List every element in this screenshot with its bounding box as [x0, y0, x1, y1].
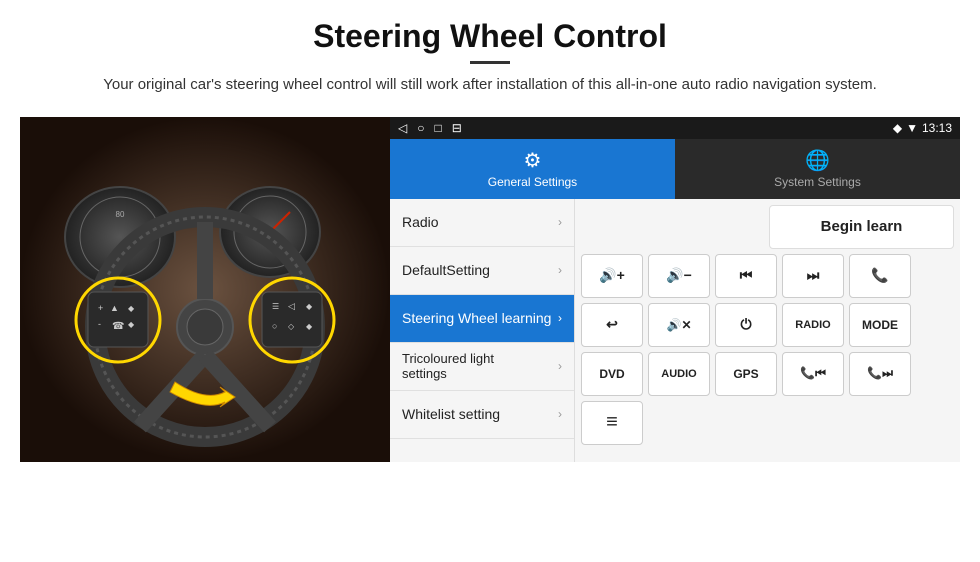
menu-icon: ⊟	[452, 121, 462, 135]
gps-label: GPS	[733, 367, 758, 381]
svg-text:-: -	[98, 319, 101, 329]
page-title: Steering Wheel Control	[40, 18, 940, 55]
tab-system-settings[interactable]: 🌐 System Settings	[675, 139, 960, 199]
mode-label: MODE	[862, 318, 898, 332]
phone-icon: 📞	[871, 267, 888, 284]
signal-icon: ▼	[906, 121, 918, 135]
radio-button[interactable]: RADIO	[782, 303, 844, 347]
phone-next-button[interactable]: 📞⏭	[849, 352, 911, 396]
page-subtitle: Your original car's steering wheel contr…	[40, 74, 940, 97]
menu-radio-label: Radio	[402, 214, 439, 230]
svg-text:☎: ☎	[112, 321, 124, 332]
volume-down-icon: 🔊−	[666, 267, 692, 284]
svg-text:◆: ◆	[128, 320, 135, 329]
android-menu: Radio › DefaultSetting › Steering Wheel …	[390, 199, 575, 462]
steering-wheel-svg: 80 40 + ▲ ◆	[20, 117, 390, 462]
car-background: 80 40 + ▲ ◆	[20, 117, 390, 462]
prev-icon: ⏮	[740, 267, 753, 284]
gear-icon: ⚙	[524, 148, 542, 173]
spacer-1	[581, 205, 764, 249]
svg-text:◆: ◆	[306, 302, 313, 311]
android-ui: ◁ ○ □ ⊟ ◆ ▼ 13:13 ⚙ General Settings 🌐 S…	[390, 117, 960, 462]
begin-learn-button[interactable]: Begin learn	[769, 205, 954, 249]
android-main: Radio › DefaultSetting › Steering Wheel …	[390, 199, 960, 462]
menu-item-default[interactable]: DefaultSetting ›	[390, 247, 574, 295]
svg-text:+: +	[98, 303, 103, 313]
power-button[interactable]: ⏻	[715, 303, 777, 347]
svg-text:◇: ◇	[288, 322, 295, 331]
svg-text:▲: ▲	[110, 303, 119, 313]
phone-prev-button[interactable]: 📞⏮	[782, 352, 844, 396]
chevron-icon: ›	[558, 359, 562, 373]
android-controls: Begin learn 🔊+ 🔊− ⏮ ⏭	[575, 199, 960, 462]
control-row-1: Begin learn	[581, 205, 954, 249]
chevron-icon: ›	[558, 311, 562, 325]
gps-icon: ◆	[893, 121, 902, 135]
hangup-button[interactable]: ↩	[581, 303, 643, 347]
hangup-icon: ↩	[606, 316, 618, 333]
back-icon: ◁	[398, 121, 407, 135]
control-row-5: ≡	[581, 401, 954, 445]
audio-label: AUDIO	[661, 368, 696, 380]
menu-steering-label: Steering Wheel learning	[402, 310, 551, 326]
globe-icon: 🌐	[805, 148, 830, 173]
android-tabs: ⚙ General Settings 🌐 System Settings	[390, 139, 960, 199]
phone-button[interactable]: 📞	[849, 254, 911, 298]
svg-text:◆: ◆	[128, 304, 135, 313]
list-icon-button[interactable]: ≡	[581, 401, 643, 445]
mute-button[interactable]: 🔊✕	[648, 303, 710, 347]
time-display: 13:13	[922, 121, 952, 135]
next-icon: ⏭	[807, 267, 820, 284]
tab-system-label: System Settings	[774, 175, 861, 189]
mute-icon: 🔊✕	[667, 318, 692, 332]
status-bar-indicators: ◆ ▼ 13:13	[893, 121, 952, 135]
menu-whitelist-label: Whitelist setting	[402, 406, 500, 422]
svg-text:◁: ◁	[288, 301, 295, 311]
status-bar-nav: ◁ ○ □ ⊟	[398, 121, 462, 135]
power-icon: ⏻	[740, 316, 751, 333]
dvd-button[interactable]: DVD	[581, 352, 643, 396]
menu-item-whitelist[interactable]: Whitelist setting ›	[390, 391, 574, 439]
control-row-3: ↩ 🔊✕ ⏻ RADIO MODE	[581, 303, 954, 347]
car-image-area: 80 40 + ▲ ◆	[20, 117, 390, 462]
gps-button[interactable]: GPS	[715, 352, 777, 396]
svg-text:80: 80	[116, 210, 125, 219]
tab-general-label: General Settings	[488, 175, 577, 189]
chevron-icon: ›	[558, 407, 562, 421]
chevron-icon: ›	[558, 263, 562, 277]
content-area: 80 40 + ▲ ◆	[20, 117, 960, 462]
page-header: Steering Wheel Control Your original car…	[0, 0, 980, 107]
status-bar: ◁ ○ □ ⊟ ◆ ▼ 13:13	[390, 117, 960, 139]
audio-button[interactable]: AUDIO	[648, 352, 710, 396]
mode-button[interactable]: MODE	[849, 303, 911, 347]
menu-default-label: DefaultSetting	[402, 262, 490, 278]
phone-prev-icon: 📞⏮	[800, 366, 826, 381]
menu-item-tricoloured[interactable]: Tricoloured lightsettings ›	[390, 343, 574, 391]
svg-text:○: ○	[272, 321, 277, 331]
volume-up-button[interactable]: 🔊+	[581, 254, 643, 298]
svg-text:☰: ☰	[272, 302, 279, 311]
menu-tricoloured-label: Tricoloured lightsettings	[402, 351, 494, 381]
phone-next-icon: 📞⏭	[867, 366, 893, 381]
control-row-4: DVD AUDIO GPS 📞⏮ 📞⏭	[581, 352, 954, 396]
next-track-button[interactable]: ⏭	[782, 254, 844, 298]
chevron-icon: ›	[558, 215, 562, 229]
tab-general-settings[interactable]: ⚙ General Settings	[390, 139, 675, 199]
list-icon: ≡	[606, 411, 618, 434]
menu-item-steering[interactable]: Steering Wheel learning ›	[390, 295, 574, 343]
volume-up-icon: 🔊+	[599, 267, 625, 284]
home-icon: ○	[417, 121, 424, 135]
title-divider	[470, 61, 510, 64]
dvd-label: DVD	[599, 367, 624, 381]
radio-label: RADIO	[795, 319, 830, 331]
prev-track-button[interactable]: ⏮	[715, 254, 777, 298]
menu-item-radio[interactable]: Radio ›	[390, 199, 574, 247]
svg-text:◆: ◆	[306, 322, 313, 331]
recent-icon: □	[434, 121, 441, 135]
volume-down-button[interactable]: 🔊−	[648, 254, 710, 298]
control-row-2: 🔊+ 🔊− ⏮ ⏭ 📞	[581, 254, 954, 298]
